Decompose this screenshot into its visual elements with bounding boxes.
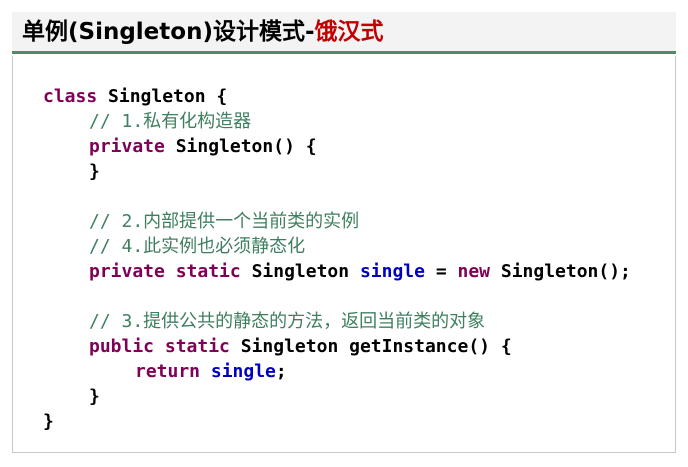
keyword: public (89, 336, 155, 357)
code-line-12: } (43, 411, 54, 432)
field-name: single (359, 261, 425, 282)
code-line-4: } (89, 161, 100, 182)
code-line-9: public static Singleton getInstance() { (89, 334, 512, 359)
code-box: class Singleton { // 1.私有化构造器 private Si… (12, 56, 676, 453)
keyword: new (457, 261, 491, 282)
title-accent: 饿汉式 (314, 19, 384, 45)
code-line-10: return single; (135, 359, 287, 384)
keyword: static (175, 261, 241, 282)
code-text: Singleton getInstance() { (229, 336, 512, 357)
code-text: Singleton { (97, 86, 228, 107)
slide-title: 单例(Singleton)设计模式-饿汉式 (22, 16, 384, 48)
code-line-1: class Singleton { (43, 84, 227, 109)
code-text: Singleton(); (490, 261, 631, 282)
code-comment-1: // 1.私有化构造器 (89, 111, 252, 132)
slide: 单例(Singleton)设计模式-饿汉式 class Singleton { … (0, 0, 688, 467)
title-bar: 单例(Singleton)设计模式-饿汉式 (12, 12, 676, 54)
title-main: 单例(Singleton)设计模式- (22, 19, 315, 45)
code-text: Singleton (240, 261, 360, 282)
keyword: private (89, 261, 165, 282)
code-line-3: private Singleton() { (89, 134, 317, 159)
code-block: class Singleton { // 1.私有化构造器 private Si… (13, 56, 675, 452)
code-comment-2: // 2.内部提供一个当前类的实例 (89, 211, 360, 232)
keyword: class (43, 86, 98, 107)
code-line-7: private static Singleton single = new Si… (89, 259, 631, 284)
keyword: return (135, 361, 201, 382)
code-comment-3: // 4.此实例也必须静态化 (89, 236, 306, 257)
code-comment-4: // 3.提供公共的静态的方法，返回当前类的对象 (89, 311, 486, 332)
code-line-11: } (89, 386, 100, 407)
code-text: Singleton() { (164, 136, 317, 157)
field-name: single (210, 361, 276, 382)
code-text: ; (275, 361, 287, 382)
keyword: static (164, 336, 230, 357)
keyword: private (89, 136, 165, 157)
code-text: = (424, 261, 458, 282)
